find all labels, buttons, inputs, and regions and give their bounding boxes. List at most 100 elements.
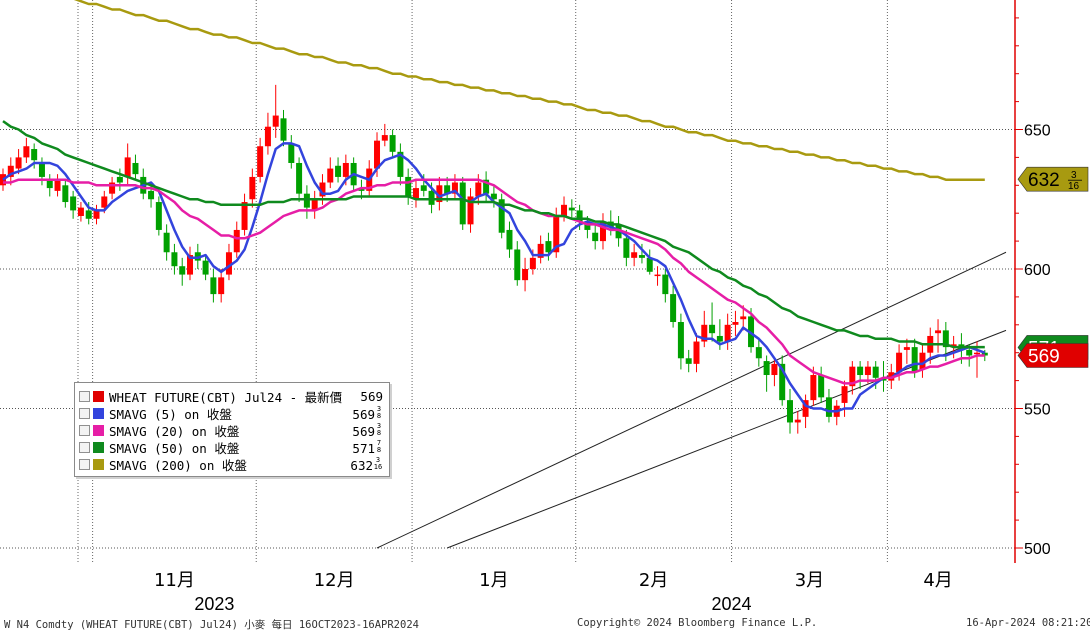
candle-body <box>272 115 279 127</box>
legend-fraction: 316 <box>374 456 382 471</box>
y-tick-label: 650 <box>1024 123 1051 140</box>
candle-body <box>693 341 700 364</box>
footer-copyright: Copyright© 2024 Bloomberg Finance L.P. <box>577 617 818 629</box>
candle-body <box>529 257 536 269</box>
candle-body <box>77 207 84 216</box>
candle-body <box>911 347 918 373</box>
candle-body <box>872 366 879 378</box>
candle-body <box>732 322 739 325</box>
candle-body <box>818 375 825 398</box>
candle-body <box>662 274 669 295</box>
legend-checkbox[interactable] <box>79 442 90 453</box>
candle-body <box>23 146 30 158</box>
candle-body <box>46 179 53 189</box>
candle-body <box>740 316 747 320</box>
candle-body <box>374 140 381 169</box>
x-year-label: 2023 <box>194 594 234 614</box>
x-month-label: 2月 <box>639 570 668 591</box>
candle-body <box>506 229 513 250</box>
legend-swatch-sma200 <box>93 459 104 470</box>
candle-body <box>810 375 817 401</box>
candle-body <box>327 168 334 183</box>
legend-swatch-sma50 <box>93 442 104 453</box>
candle-body <box>155 202 162 230</box>
price-tag-frac-den: 16 <box>1068 181 1080 192</box>
legend-swatch-sma20 <box>93 425 104 436</box>
candle-body <box>233 229 240 253</box>
series-line-smavg-20- <box>3 178 985 385</box>
candle-body <box>241 202 248 230</box>
legend-row-sma20[interactable]: SMAVG (20) on 收盤 569 3 8 <box>79 422 383 439</box>
candle-body <box>428 190 435 205</box>
legend-checkbox[interactable] <box>79 408 90 419</box>
candle-body <box>561 204 568 216</box>
candle-body <box>623 238 630 258</box>
x-month-label: 12月 <box>314 570 355 591</box>
candle-body <box>218 277 225 295</box>
candle-body <box>786 400 793 423</box>
candle-body <box>685 358 692 364</box>
x-month-label: 3月 <box>795 570 824 591</box>
legend-row-price[interactable]: WHEAT FUTURE(CBT) Jul24 - 最新價 569 <box>79 388 383 405</box>
price-tag: 569 <box>1017 343 1089 368</box>
candle-body <box>568 207 575 211</box>
candle-body <box>62 185 69 203</box>
legend-row-sma50[interactable]: SMAVG (50) on 收盤 571 7 8 <box>79 439 383 456</box>
legend-row-sma5[interactable]: SMAVG (5) on 收盤 569 3 8 <box>79 405 383 422</box>
candle-body <box>257 146 264 177</box>
candle-body <box>179 266 186 275</box>
candle-body <box>389 135 396 152</box>
price-chart: 50055060065063231657156911月12月1月2月3月4月20… <box>0 0 1089 614</box>
legend-fraction: 78 <box>377 439 381 454</box>
candle-body <box>903 347 910 350</box>
chart-legend[interactable]: WHEAT FUTURE(CBT) Jul24 - 最新價 569 SMAVG … <box>74 382 390 477</box>
candle-body <box>171 252 178 267</box>
legend-value: 571 7 8 <box>352 439 382 456</box>
candle-body <box>70 196 77 211</box>
candle-body <box>935 330 942 334</box>
candle-body <box>670 294 677 323</box>
y-tick-label: 600 <box>1024 262 1051 279</box>
legend-checkbox[interactable] <box>79 425 90 436</box>
candle-body <box>101 196 108 208</box>
candle-body <box>857 366 864 376</box>
legend-value: 632 3 16 <box>350 456 383 473</box>
candle-body <box>303 193 310 208</box>
price-tag: 632 316 <box>1017 166 1089 192</box>
legend-checkbox[interactable] <box>79 391 90 402</box>
candle-body <box>93 210 100 219</box>
candle-body <box>545 241 552 253</box>
candle-body <box>296 162 303 194</box>
candle-body <box>966 349 973 356</box>
candle-body <box>646 257 653 272</box>
candle-body <box>288 143 295 163</box>
candle-body <box>202 260 209 275</box>
candle-body <box>420 185 427 191</box>
svg-text:16: 16 <box>374 463 382 470</box>
svg-text:8: 8 <box>377 446 381 453</box>
candle-body <box>210 277 217 295</box>
candle-body <box>654 274 661 277</box>
candle-body <box>249 176 256 200</box>
legend-swatch-sma5 <box>93 408 104 419</box>
price-tag-frac-num: 3 <box>1071 170 1077 181</box>
candle-body <box>522 269 529 281</box>
legend-fraction: 38 <box>377 422 381 437</box>
y-tick-label: 500 <box>1024 541 1051 558</box>
candle-body <box>841 386 848 403</box>
candle-body <box>763 361 770 376</box>
legend-checkbox[interactable] <box>79 459 90 470</box>
candle-body <box>381 135 388 141</box>
footer-ticker: W N4 Comdty (WHEAT FUTURE(CBT) Jul24) 小麥… <box>4 619 419 631</box>
candle-body <box>864 366 871 376</box>
y-tick-label: 550 <box>1024 402 1051 419</box>
legend-row-sma200[interactable]: SMAVG (200) on 收盤 632 3 16 <box>79 456 383 473</box>
trend-channel-line <box>376 251 1007 549</box>
candle-body <box>592 232 599 242</box>
candle-body <box>264 126 271 147</box>
x-month-label: 4月 <box>923 570 952 591</box>
legend-value: 569 <box>360 389 383 404</box>
candle-body <box>280 118 287 141</box>
candle-body <box>514 249 521 281</box>
candle-body <box>724 324 731 342</box>
